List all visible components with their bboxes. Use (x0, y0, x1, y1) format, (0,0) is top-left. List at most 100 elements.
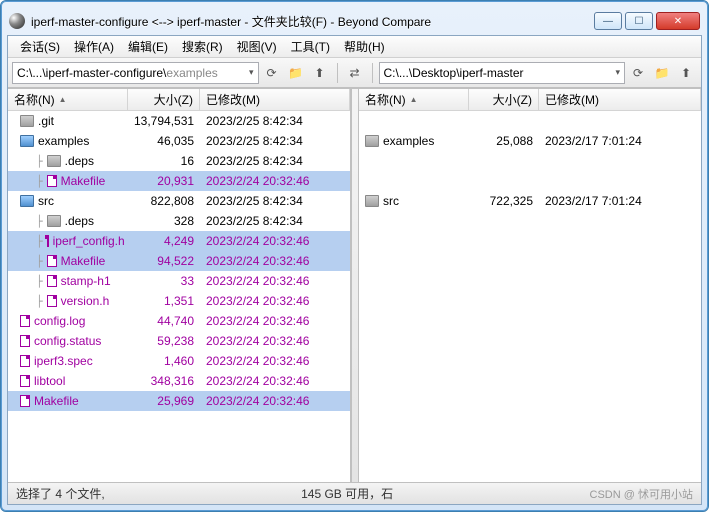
status-bar: 选择了 4 个文件, 145 GB 可用，石 CSDN @ 怵可用小站 (8, 482, 701, 504)
file-modified: 2023/2/24 20:32:46 (200, 334, 350, 348)
menu-session[interactable]: 会话(S) (14, 36, 66, 57)
file-name: src (383, 194, 399, 208)
sort-asc-icon: ▲ (410, 95, 418, 104)
file-name: examples (38, 134, 89, 148)
file-size: 722,325 (469, 194, 539, 208)
table-row[interactable]: Makefile25,9692023/2/24 20:32:46 (8, 391, 350, 411)
left-path-combo[interactable]: C:\...\iperf-master-configure\examples ▾ (12, 62, 259, 84)
left-refresh-button[interactable]: ⟳ (261, 62, 283, 84)
file-name: stamp-h1 (61, 274, 111, 288)
left-path-main: C:\...\iperf-master-configure\ (17, 66, 166, 80)
left-path-segment: C:\...\iperf-master-configure\examples ▾… (12, 62, 331, 84)
file-modified: 2023/2/25 8:42:34 (200, 154, 350, 168)
file-modified: 2023/2/24 20:32:46 (200, 274, 350, 288)
menubar: 会话(S) 操作(A) 编辑(E) 搜索(R) 视图(V) 工具(T) 帮助(H… (8, 36, 701, 58)
file-size: 46,035 (128, 134, 200, 148)
table-row[interactable]: ├ stamp-h1332023/2/24 20:32:46 (8, 271, 350, 291)
folder-closed-icon (365, 135, 379, 147)
col-modified[interactable]: 已修改(M) (539, 89, 701, 110)
file-icon (47, 235, 49, 247)
menu-search[interactable]: 搜索(R) (176, 36, 229, 57)
status-mid: 145 GB 可用，石 (301, 485, 393, 502)
maximize-button[interactable]: ☐ (625, 12, 653, 30)
file-name: version.h (61, 294, 110, 308)
file-icon (20, 375, 30, 387)
sort-asc-icon: ▲ (59, 95, 67, 104)
compare-panes: 名称(N)▲ 大小(Z) 已修改(M) .git13,794,5312023/2… (8, 88, 701, 482)
file-size: 4,249 (128, 234, 200, 248)
right-up-button[interactable]: ⬆ (675, 62, 697, 84)
file-name: iperf_config.h (53, 234, 125, 248)
pane-splitter[interactable] (351, 89, 359, 482)
dropdown-icon[interactable]: ▾ (615, 67, 620, 78)
left-up-button[interactable]: ⬆ (309, 62, 331, 84)
menu-help[interactable]: 帮助(H) (338, 36, 391, 57)
app-window: iperf-master-configure <--> iperf-master… (0, 0, 709, 512)
dropdown-icon[interactable]: ▾ (249, 67, 254, 78)
swap-panes-button[interactable]: ⇄ (344, 62, 366, 84)
right-path-combo[interactable]: C:\...\Desktop\iperf-master ▾ (379, 62, 626, 84)
file-modified: 2023/2/24 20:32:46 (200, 394, 350, 408)
file-size: 822,808 (128, 194, 200, 208)
file-name: Makefile (61, 174, 106, 188)
table-row[interactable]: .git13,794,5312023/2/25 8:42:34 (8, 111, 350, 131)
table-row[interactable]: src722,3252023/2/17 7:01:24 (359, 191, 701, 211)
file-name: src (38, 194, 54, 208)
file-size: 328 (128, 214, 200, 228)
window-buttons: — ☐ ✕ (594, 12, 700, 30)
file-modified: 2023/2/24 20:32:46 (200, 354, 350, 368)
table-row[interactable]: ├ .deps162023/2/25 8:42:34 (8, 151, 350, 171)
file-icon (20, 315, 30, 327)
table-row[interactable]: iperf3.spec1,4602023/2/24 20:32:46 (8, 351, 350, 371)
menu-view[interactable]: 视图(V) (231, 36, 283, 57)
table-row[interactable]: examples25,0882023/2/17 7:01:24 (359, 131, 701, 151)
file-name: Makefile (34, 394, 79, 408)
file-modified: 2023/2/24 20:32:46 (200, 294, 350, 308)
file-modified: 2023/2/17 7:01:24 (539, 134, 701, 148)
col-name[interactable]: 名称(N)▲ (359, 89, 469, 110)
file-size: 33 (128, 274, 200, 288)
menu-actions[interactable]: 操作(A) (68, 36, 120, 57)
table-row[interactable]: ├ Makefile94,5222023/2/24 20:32:46 (8, 251, 350, 271)
table-row[interactable]: ├ Makefile20,9312023/2/24 20:32:46 (8, 171, 350, 191)
right-browse-button[interactable]: 📁 (651, 62, 673, 84)
file-icon (47, 255, 57, 267)
menu-edit[interactable]: 编辑(E) (122, 36, 174, 57)
client-area: 会话(S) 操作(A) 编辑(E) 搜索(R) 视图(V) 工具(T) 帮助(H… (7, 35, 702, 505)
menu-tools[interactable]: 工具(T) (285, 36, 336, 57)
table-row[interactable]: examples 46,0352023/2/25 8:42:34 (8, 131, 350, 151)
close-button[interactable]: ✕ (656, 12, 700, 30)
file-modified: 2023/2/25 8:42:34 (200, 134, 350, 148)
table-row[interactable]: ├ version.h1,3512023/2/24 20:32:46 (8, 291, 350, 311)
file-name: Makefile (61, 254, 106, 268)
status-left: 选择了 4 个文件, (16, 485, 105, 502)
col-name[interactable]: 名称(N)▲ (8, 89, 128, 110)
col-size[interactable]: 大小(Z) (469, 89, 539, 110)
table-row[interactable]: libtool348,3162023/2/24 20:32:46 (8, 371, 350, 391)
left-path-sub: examples (166, 66, 217, 80)
toolbar-separator (337, 63, 338, 83)
minimize-button[interactable]: — (594, 12, 622, 30)
file-name: examples (383, 134, 434, 148)
titlebar[interactable]: iperf-master-configure <--> iperf-master… (7, 7, 702, 35)
right-file-list[interactable]: examples25,0882023/2/17 7:01:24 src 722,32… (359, 111, 701, 482)
left-file-list[interactable]: .git13,794,5312023/2/25 8:42:34 examples 4… (8, 111, 350, 482)
file-size: 13,794,531 (128, 114, 200, 128)
table-row[interactable]: ├ iperf_config.h4,2492023/2/24 20:32:46 (8, 231, 350, 251)
table-row[interactable]: src822,8082023/2/25 8:42:34 (8, 191, 350, 211)
file-size: 20,931 (128, 174, 200, 188)
col-size[interactable]: 大小(Z) (128, 89, 200, 110)
file-modified: 2023/2/24 20:32:46 (200, 314, 350, 328)
path-toolbar: C:\...\iperf-master-configure\examples ▾… (8, 58, 701, 88)
col-modified[interactable]: 已修改(M) (200, 89, 350, 110)
table-row[interactable]: config.status59,2382023/2/24 20:32:46 (8, 331, 350, 351)
right-refresh-button[interactable]: ⟳ (627, 62, 649, 84)
file-size: 59,238 (128, 334, 200, 348)
file-name: libtool (34, 374, 65, 388)
table-row[interactable]: ├ .deps3282023/2/25 8:42:34 (8, 211, 350, 231)
file-icon (47, 175, 57, 187)
table-row[interactable]: config.log44,7402023/2/24 20:32:46 (8, 311, 350, 331)
status-right: CSDN @ 怵可用小站 (590, 486, 693, 502)
left-browse-button[interactable]: 📁 (285, 62, 307, 84)
file-size: 94,522 (128, 254, 200, 268)
